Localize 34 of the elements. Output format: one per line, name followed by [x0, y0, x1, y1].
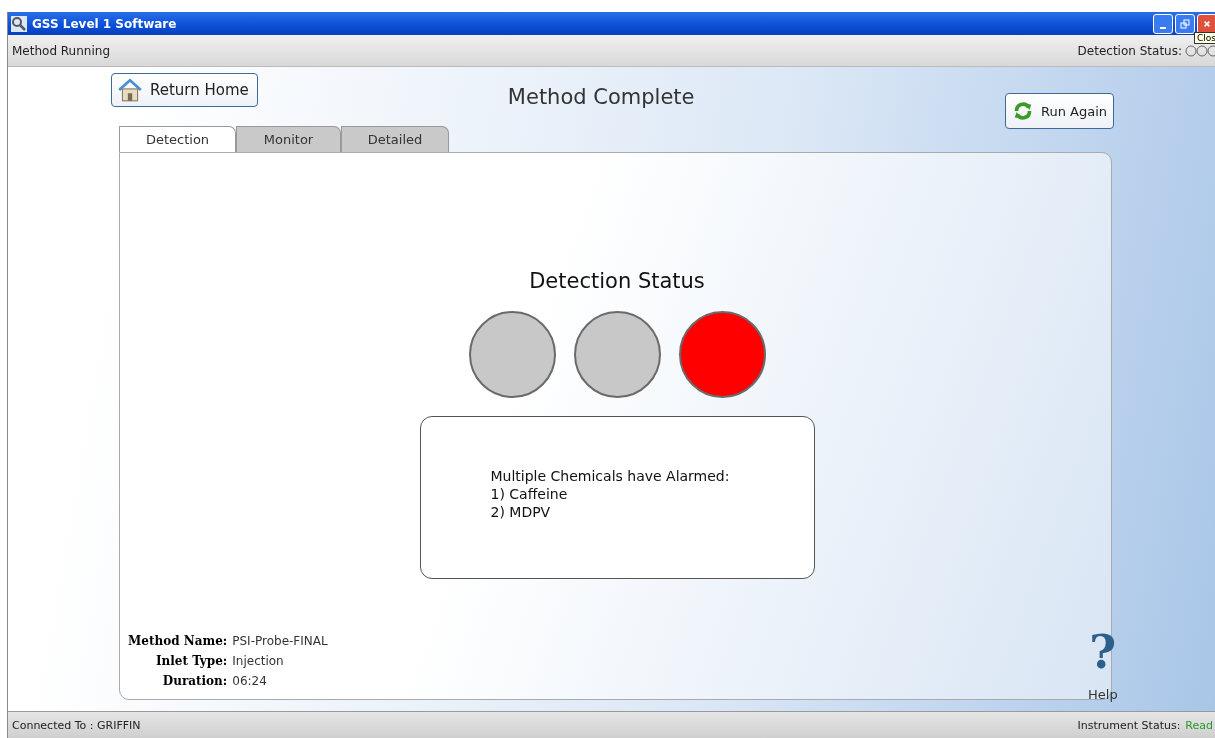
info-label: Inlet Type: [154, 653, 228, 670]
detection-status-title: Detection Status [529, 269, 705, 293]
run-again-button[interactable]: Run Again [1004, 93, 1114, 129]
tab[interactable]: Detailed [341, 126, 449, 152]
connection-status: Connected To : GRIFFIN [12, 718, 141, 732]
status-lights-icon [1185, 44, 1215, 57]
close-icon [1203, 19, 1211, 28]
info-value: Injection [232, 653, 285, 670]
message-line: 2) MDPV [490, 503, 552, 521]
minimize-icon [1160, 26, 1166, 29]
message-line: Multiple Chemicals have Alarmed: [490, 467, 731, 485]
method-status: Method Running [12, 43, 110, 58]
instrument-status-label: Instrument Status: [1077, 718, 1181, 732]
page-heading: Method Complete [507, 85, 695, 109]
info-value: 06:24 [232, 673, 268, 690]
tooltip: Clos [1194, 32, 1215, 44]
info-label: Method Name: [128, 633, 228, 650]
info-value: PSI-Probe-FINAL [232, 633, 328, 650]
message-line: 1) Caffeine [490, 485, 569, 503]
house-icon [117, 77, 143, 103]
help-icon[interactable]: ? [1089, 627, 1117, 677]
restore-icon [1180, 18, 1190, 29]
return-home-button[interactable]: Return Home [111, 73, 258, 107]
help-label[interactable]: Help [1088, 687, 1118, 702]
window-title: GSS Level 1 Software [32, 16, 177, 31]
tab[interactable]: Detection [119, 126, 236, 152]
instrument-status-value: Read [1185, 718, 1213, 732]
close-button[interactable] [1197, 13, 1215, 34]
minimize-button[interactable] [1153, 13, 1173, 34]
restore-button[interactable] [1175, 13, 1195, 34]
detection-status-label: Detection Status: [1077, 43, 1182, 58]
info-label: Duration: [161, 673, 228, 690]
magnifier-icon [11, 15, 27, 32]
tab[interactable]: Monitor [236, 126, 341, 152]
